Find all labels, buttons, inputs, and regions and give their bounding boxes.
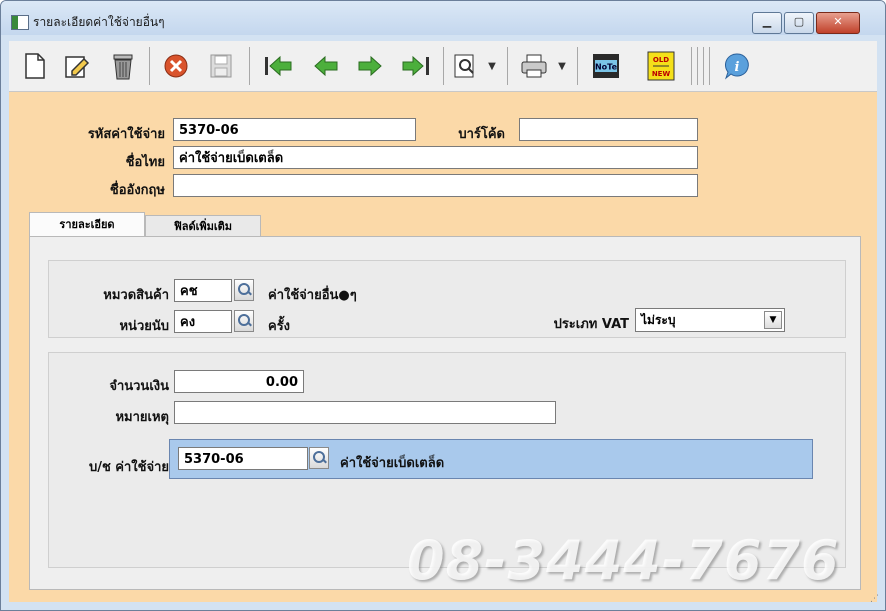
resize-grip-icon[interactable]: ⋰ (870, 594, 879, 604)
svg-text:NEW: NEW (652, 70, 671, 78)
search-dropdown-chevron-icon[interactable]: ▼ (485, 49, 499, 83)
first-record-icon[interactable] (261, 49, 295, 83)
info-icon[interactable]: i (721, 49, 753, 83)
close-window-button[interactable]: ✕ (816, 12, 860, 34)
cancel-icon[interactable] (161, 49, 191, 83)
remark-label: หมายเหตุ (115, 410, 169, 425)
maximize-button[interactable]: ▢ (784, 12, 814, 34)
category-label: หมวดสินค้า (103, 288, 169, 303)
expense-account-row: 5370-06 ค่าใช้จ่ายเบ็ดเตล็ด (169, 439, 813, 479)
expense-account-description: ค่าใช้จ่ายเบ็ดเตล็ด (340, 456, 445, 471)
svg-text:i: i (735, 60, 740, 75)
toolbar-separator (443, 47, 444, 85)
unit-label: หน่วยนับ (119, 319, 169, 334)
phone-watermark: 08-3444-7676 (407, 529, 840, 592)
expense-detail-window: รายละเอียดค่าใช้จ่ายอื่นๆ ▁ ▢ ✕ ▼ ▼ NoTe… (0, 0, 886, 611)
barcode-label: บาร์โค้ด (458, 127, 505, 142)
toolbar-separator (697, 47, 698, 85)
next-record-icon[interactable] (355, 49, 385, 83)
english-name-field[interactable] (173, 174, 698, 197)
vat-type-value: ไม่ระบุ (641, 313, 676, 327)
category-code-field[interactable]: คช (174, 279, 232, 302)
save-icon[interactable] (207, 49, 235, 83)
amount-field[interactable]: 0.00 (174, 370, 304, 393)
chevron-down-icon[interactable]: ▼ (764, 311, 782, 329)
search-document-icon[interactable] (451, 49, 481, 83)
vat-type-select[interactable]: ไม่ระบุ ▼ (635, 308, 785, 332)
toolbar-separator (507, 47, 508, 85)
old-new-icon[interactable]: OLD NEW (645, 49, 677, 83)
previous-record-icon[interactable] (311, 49, 341, 83)
new-document-icon[interactable] (21, 49, 49, 83)
unit-description: ครั้ง (268, 319, 291, 334)
toolbar: ▼ ▼ NoTe OLD NEW i (9, 41, 877, 92)
thai-name-label: ชื่อไทย (125, 155, 165, 170)
tab-details[interactable]: รายละเอียด (29, 212, 145, 236)
print-dropdown-chevron-icon[interactable]: ▼ (555, 49, 569, 83)
tab-extra-fields[interactable]: ฟิลด์เพิ่มเติม (145, 215, 261, 236)
vat-type-label: ประเภท VAT (553, 317, 629, 332)
toolbar-separator (691, 47, 692, 85)
svg-text:OLD: OLD (653, 56, 669, 64)
note-icon[interactable]: NoTe (589, 49, 623, 83)
remark-field[interactable] (174, 401, 556, 424)
svg-text:NoTe: NoTe (595, 63, 618, 72)
trash-icon[interactable] (109, 49, 137, 83)
app-icon (11, 15, 29, 30)
unit-search-icon[interactable] (234, 310, 254, 332)
toolbar-separator (703, 47, 704, 85)
window-title: รายละเอียดค่าใช้จ่ายอื่นๆ (33, 15, 165, 29)
form-area: รหัสค่าใช้จ่าย 5370-06 บาร์โค้ด ชื่อไทย … (9, 92, 877, 602)
category-description: ค่าใช้จ่ายอื่น●ๆ (268, 288, 357, 303)
classification-group: หมวดสินค้า คช ค่าใช้จ่ายอื่น●ๆ หน่วยนับ … (48, 260, 846, 338)
unit-code-field[interactable]: คง (174, 310, 232, 333)
last-record-icon[interactable] (399, 49, 433, 83)
expense-account-code-field[interactable]: 5370-06 (178, 447, 308, 470)
toolbar-separator (149, 47, 150, 85)
toolbar-separator (709, 47, 710, 85)
english-name-label: ชื่ออังกฤษ (109, 183, 165, 198)
expense-code-field[interactable]: 5370-06 (173, 118, 416, 141)
barcode-field[interactable] (519, 118, 698, 141)
expense-account-label: บ/ช ค่าใช้จ่าย (88, 460, 169, 475)
thai-name-field[interactable]: ค่าใช้จ่ายเบ็ดเตล็ด (173, 146, 698, 169)
toolbar-separator (249, 47, 250, 85)
amount-label: จำนวนเงิน (109, 379, 169, 394)
title-bar: รายละเอียดค่าใช้จ่ายอื่นๆ ▁ ▢ ✕ (1, 1, 885, 35)
print-icon[interactable] (517, 49, 551, 83)
category-search-icon[interactable] (234, 279, 254, 301)
expense-account-search-icon[interactable] (309, 447, 329, 469)
toolbar-separator (577, 47, 578, 85)
minimize-button[interactable]: ▁ (752, 12, 782, 34)
edit-icon[interactable] (63, 49, 93, 83)
expense-code-label: รหัสค่าใช้จ่าย (87, 127, 165, 142)
